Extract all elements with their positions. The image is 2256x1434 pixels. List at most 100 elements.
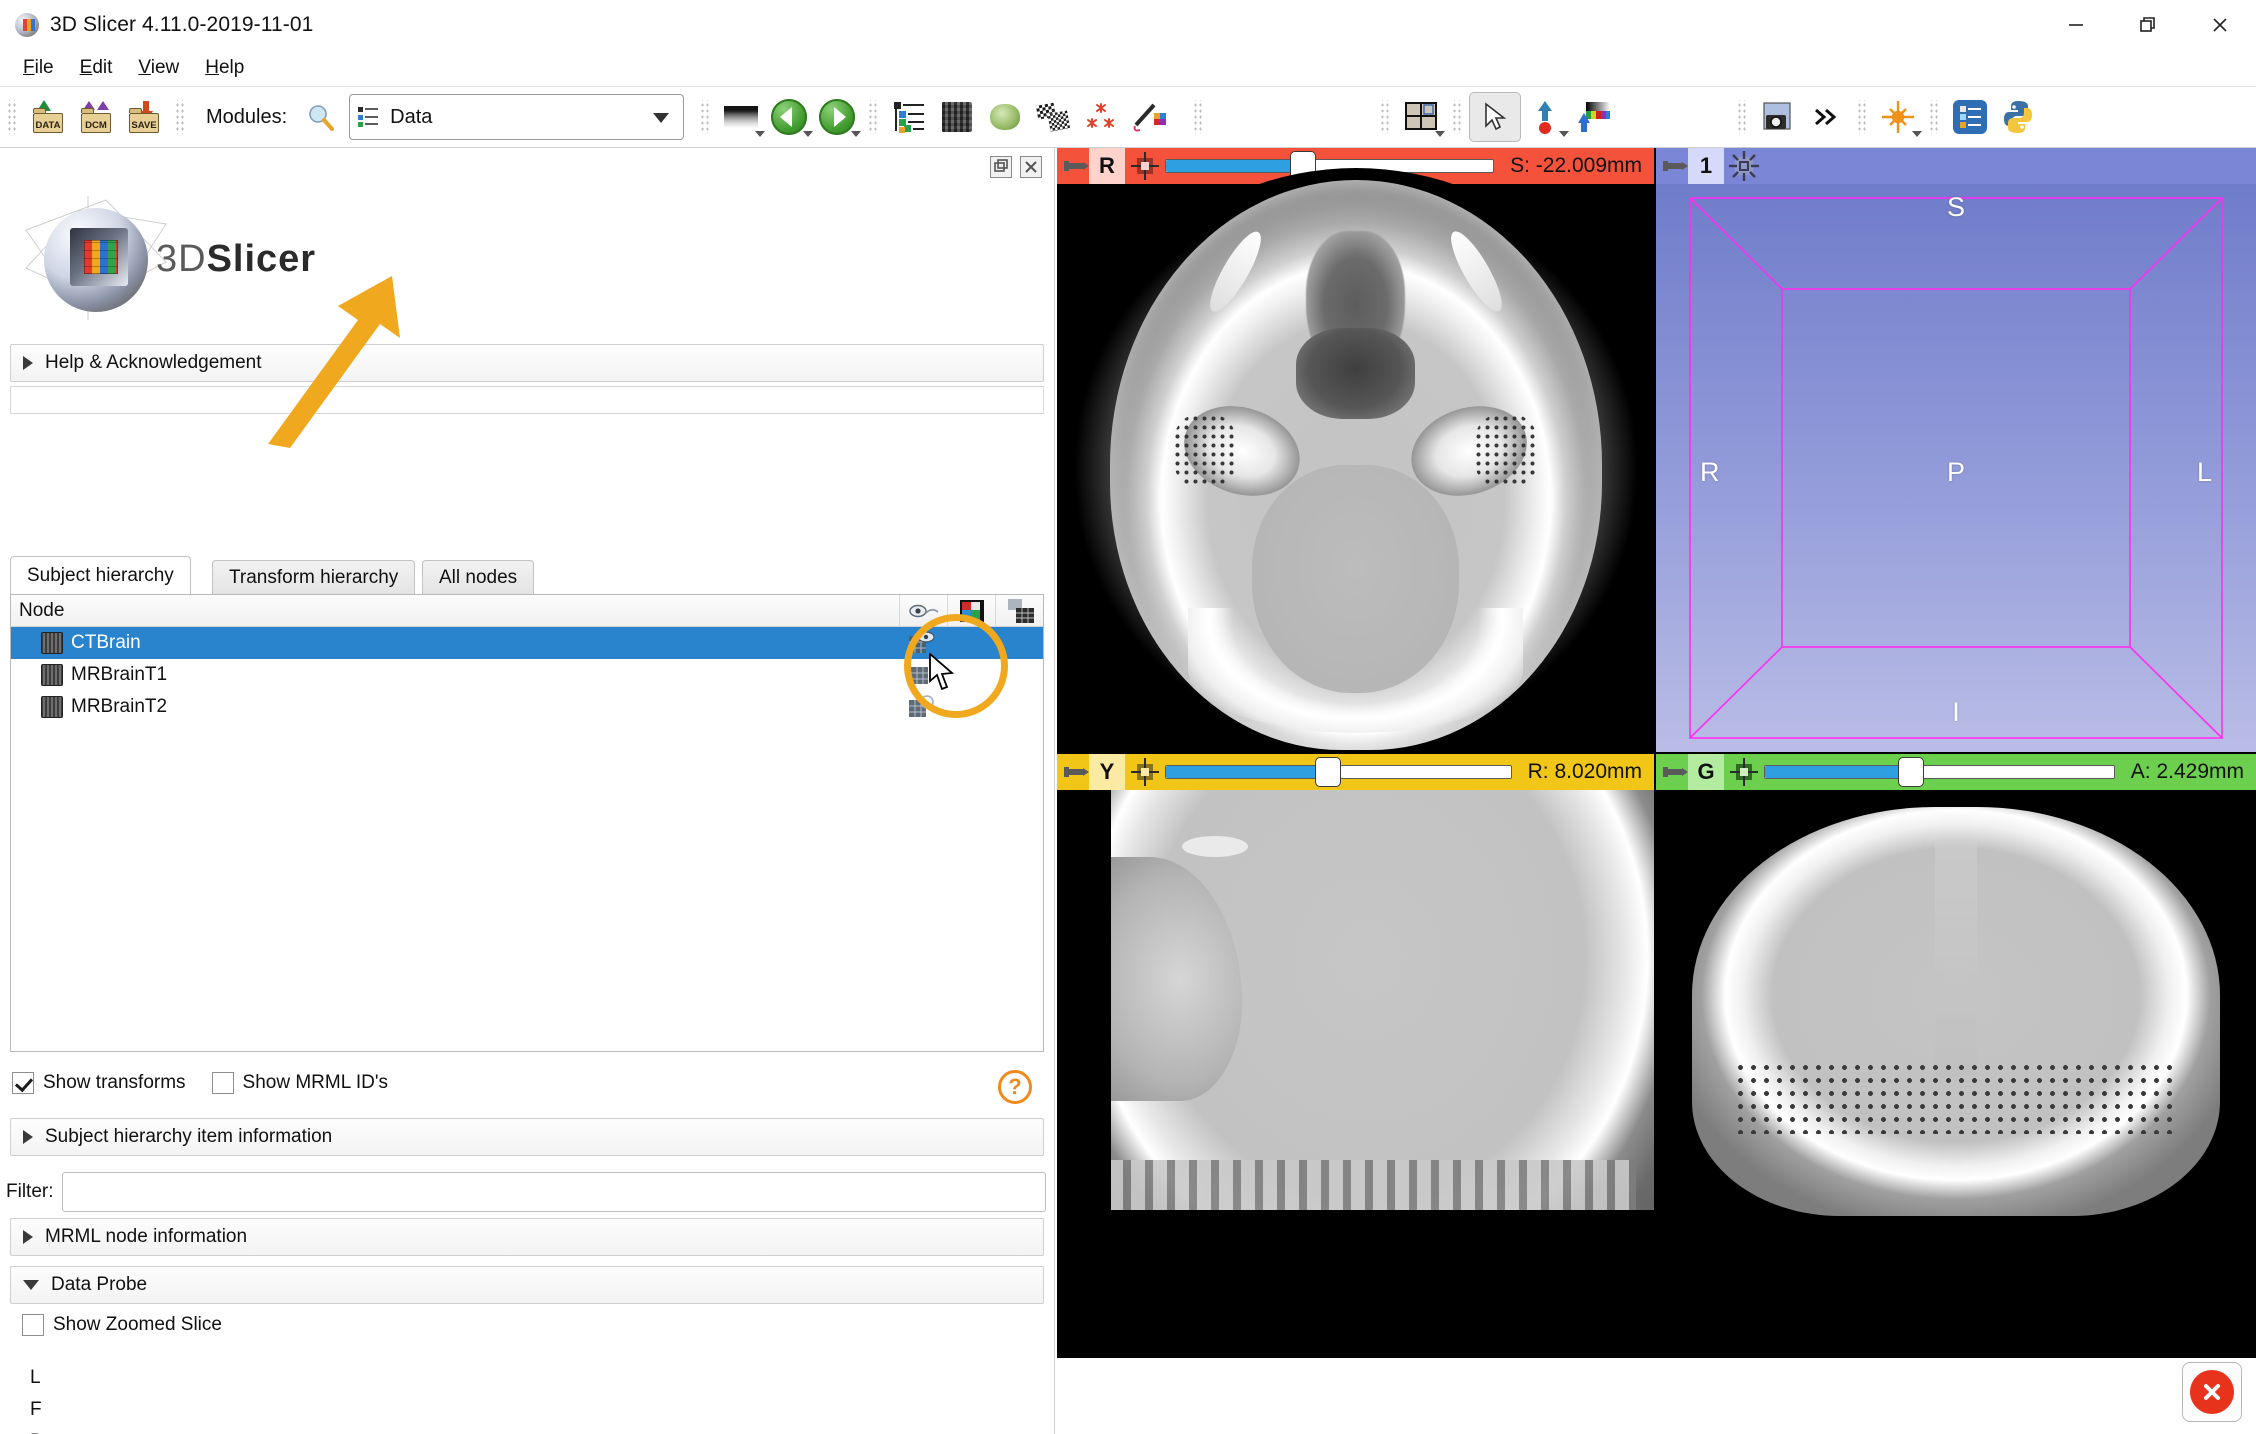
axis-label-inferior: I [1952, 697, 1960, 727]
python-console-icon[interactable] [1994, 93, 2042, 141]
toolbar-grip-8[interactable] [1737, 100, 1748, 134]
help-acknowledgement-label: Help & Acknowledgement [45, 352, 262, 373]
show-zoomed-slice-checkbox[interactable] [22, 1314, 44, 1336]
color-swatch-icon[interactable] [947, 595, 995, 627]
question-mark-icon[interactable]: ? [998, 1070, 1032, 1104]
logo-text-slicer: Slicer [206, 238, 317, 280]
segment-editor-icon[interactable] [1125, 93, 1173, 141]
toolbar-grip-6[interactable] [1380, 100, 1391, 134]
screenshot-icon[interactable] [1754, 93, 1802, 141]
more-icon[interactable] [1802, 93, 1850, 141]
toolbar-grip-9[interactable] [1857, 100, 1868, 134]
menu-file[interactable]: File [10, 54, 67, 82]
table-row[interactable]: CTBrain [11, 627, 1043, 659]
module-next-icon[interactable] [813, 93, 862, 141]
pin-icon[interactable] [1662, 153, 1688, 179]
module-selector-combobox[interactable]: Data [349, 94, 685, 140]
threed-header-spacer [1764, 148, 2252, 184]
center-view-icon[interactable] [1729, 151, 1759, 181]
slice-visibility-red-icon[interactable] [1130, 151, 1160, 181]
chevron-down-icon [23, 1280, 39, 1290]
eye-hidden-icon[interactable] [899, 691, 947, 723]
window-level-preset-icon[interactable] [717, 93, 766, 141]
markups-icon[interactable] [1077, 93, 1125, 141]
tab-subject-hierarchy[interactable]: Subject hierarchy [10, 556, 191, 594]
probe-row-f: F [30, 1399, 42, 1420]
show-transforms-checkbox[interactable] [12, 1072, 34, 1094]
load-data-button[interactable]: DATA [24, 93, 72, 141]
table-row[interactable]: MRBrainT2 [11, 691, 1043, 723]
yellow-slice-image[interactable] [1057, 790, 1654, 1358]
yellow-slice-view-header: Y R: 8.020mm [1057, 754, 1654, 790]
minimize-button[interactable] [2040, 0, 2112, 50]
filter-input[interactable] [62, 1172, 1046, 1212]
green-slice-offset-slider[interactable] [1764, 754, 2115, 790]
pin-icon[interactable] [1063, 759, 1089, 785]
toolbar-grip-2[interactable] [175, 100, 185, 134]
data-probe-section[interactable]: Data Probe [10, 1266, 1044, 1304]
layout-icon[interactable] [1397, 93, 1446, 141]
red-slice-offset-value: S: -22.009mm [1510, 154, 1642, 177]
tab-transform-hierarchy[interactable]: Transform hierarchy [212, 560, 416, 594]
axis-label-posterior: P [1946, 456, 1966, 487]
threed-render-area[interactable]: S I R L P [1656, 184, 2256, 752]
undock-panel-icon[interactable] [990, 156, 1012, 178]
pin-icon[interactable] [1662, 759, 1688, 785]
show-mrml-ids-checkbox[interactable] [211, 1072, 234, 1094]
show-mrml-ids-label: Show MRML ID's [242, 1072, 388, 1093]
toolbar-grip-4[interactable] [868, 100, 879, 134]
colormap-icon[interactable] [1569, 93, 1617, 141]
green-slice-view[interactable]: G A: 2.429mm [1656, 754, 2256, 1358]
transforms-icon[interactable] [1029, 93, 1077, 141]
toolbar-grip[interactable] [7, 100, 17, 134]
tree-row-label-ctbrain: CTBrain [71, 632, 141, 653]
module-previous-icon[interactable] [765, 93, 814, 141]
threed-view[interactable]: 1 S I R L P [1656, 148, 2256, 752]
toolbar-grip-3[interactable] [700, 100, 711, 134]
close-overlay-button[interactable] [2182, 1362, 2242, 1422]
mrml-node-information-section[interactable]: MRML node information [10, 1218, 1044, 1256]
red-slice-image[interactable] [1057, 168, 1654, 752]
extensions-manager-icon[interactable] [1946, 93, 1994, 141]
subject-hierarchy-icon[interactable] [885, 93, 933, 141]
tab-all-nodes[interactable]: All nodes [422, 560, 535, 594]
dicom-button[interactable]: DCM [72, 93, 120, 141]
chevron-down-icon[interactable] [653, 113, 670, 123]
menu-help[interactable]: Help [192, 54, 257, 82]
threed-view-label[interactable]: 1 [1688, 148, 1724, 184]
green-slice-view-label[interactable]: G [1688, 754, 1724, 790]
foreground-background-toggle-icon[interactable] [1521, 93, 1570, 141]
toolbar-grip-5[interactable] [1193, 100, 1204, 134]
yellow-slice-view-label[interactable]: Y [1089, 754, 1125, 790]
crosshair-icon[interactable] [1874, 93, 1923, 141]
restore-button[interactable] [2112, 0, 2184, 50]
red-slice-view[interactable]: R S: -22.009mm [1057, 148, 1654, 752]
yellow-slice-offset-slider[interactable] [1165, 754, 1512, 790]
help-acknowledgement-section[interactable]: Help & Acknowledgement [10, 344, 1044, 382]
menu-view[interactable]: View [125, 54, 192, 82]
slice-visibility-green-icon[interactable] [1729, 757, 1759, 787]
menu-edit[interactable]: Edit [67, 54, 126, 82]
green-slice-image[interactable] [1656, 790, 2256, 1358]
close-button[interactable] [2184, 0, 2256, 50]
red-slice-view-label[interactable]: R [1089, 148, 1125, 184]
toolbar-grip-10[interactable] [1929, 100, 1940, 134]
module-search-icon[interactable] [297, 93, 345, 141]
slice-visibility-yellow-icon[interactable] [1130, 757, 1160, 787]
transform-icon[interactable] [995, 595, 1045, 627]
main-toolbar: DATA DCM SAVE Modules: Data [0, 86, 2256, 148]
yellow-slice-view[interactable]: Y R: 8.020mm [1057, 754, 1654, 1358]
models-icon[interactable] [981, 93, 1029, 141]
save-data-button[interactable]: SAVE [120, 93, 168, 141]
volume-rendering-icon[interactable] [933, 93, 981, 141]
subject-hierarchy-item-information-section[interactable]: Subject hierarchy item information [10, 1118, 1044, 1156]
close-panel-icon[interactable] [1020, 156, 1042, 178]
table-row[interactable]: MRBrainT1 [11, 659, 1043, 691]
mouse-mode-pointer-icon[interactable] [1469, 92, 1522, 142]
subject-hierarchy-tree[interactable]: Node CTBrain MRBrainT1 MRBrainT2 [10, 594, 1044, 1052]
eye-visibility-icon[interactable] [899, 595, 947, 627]
modules-label: Modules: [206, 105, 288, 128]
panel-corner-buttons [990, 156, 1042, 178]
pin-icon[interactable] [1063, 153, 1089, 179]
toolbar-grip-7[interactable] [1452, 100, 1463, 134]
